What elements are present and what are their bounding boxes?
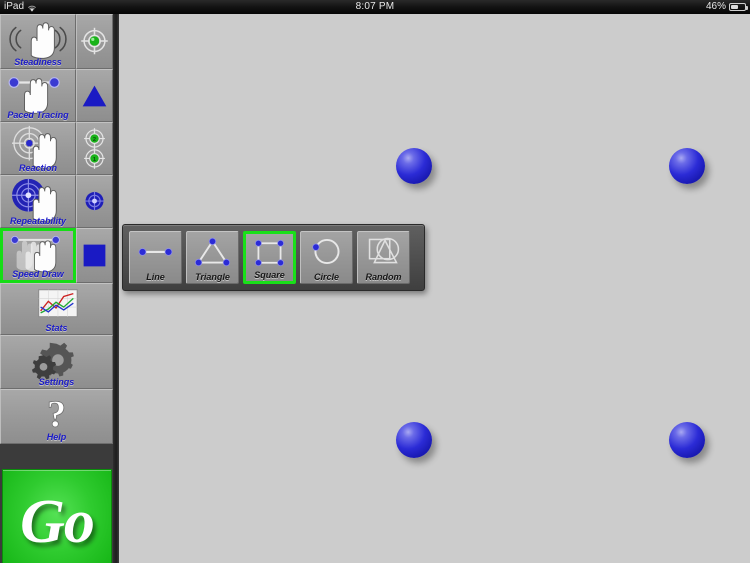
sidebar-item-steadiness[interactable]: Steadiness (0, 14, 76, 69)
sidebar-row-reaction: Reaction 2 1 (0, 122, 113, 175)
shape-button-circle[interactable]: Circle (300, 231, 353, 284)
sidebar: Steadiness Paced Tracing Reaction 2 1 Re… (0, 14, 119, 563)
sidebar-item-repeatability[interactable]: Repeatability (0, 175, 76, 228)
shape-button-random[interactable]: Random (357, 231, 410, 284)
triangle-shape-icon (187, 233, 238, 269)
sidebar-item-stats[interactable]: Stats (0, 283, 113, 335)
sidebar-label-stats: Stats (45, 323, 68, 333)
go-button[interactable]: Go (2, 469, 112, 563)
square-shape-icon (246, 235, 293, 271)
sidebar-badge-repeatability[interactable] (76, 175, 113, 228)
dual-target-icon: 2 1 (77, 123, 112, 174)
shape-button-square[interactable]: Square (243, 231, 296, 284)
status-bar-right: 46% (705, 0, 748, 14)
sidebar-divider (113, 14, 119, 563)
sidebar-label-steadiness: Steadiness (14, 57, 62, 67)
sidebar-row-stats: Stats (0, 283, 113, 335)
sidebar-item-paced-tracing[interactable]: Paced Tracing (0, 69, 76, 122)
battery-icon (729, 3, 748, 11)
app-root: iPad 8:07 PM 46% Line Triangle Square Ci… (0, 0, 750, 563)
bottom-right-target[interactable] (669, 422, 705, 458)
sidebar-label-speed-draw: Speed Draw (12, 269, 64, 279)
svg-text:1: 1 (93, 157, 96, 163)
status-bar-time: 8:07 PM (355, 1, 395, 12)
shape-label-random: Random (365, 272, 402, 282)
sidebar-badge-steadiness[interactable] (76, 14, 113, 69)
sidebar-badge-speed-draw[interactable] (76, 228, 113, 283)
sidebar-badge-reaction[interactable]: 2 1 (76, 122, 113, 175)
shape-label-triangle: Triangle (195, 272, 230, 282)
shape-label-line: Line (146, 272, 165, 282)
sidebar-row-help: ? Help (0, 389, 113, 444)
circle-shape-icon (301, 233, 352, 269)
sidebar-item-settings[interactable]: Settings (0, 335, 113, 389)
sidebar-row-steadiness: Steadiness (0, 14, 113, 69)
sidebar-item-help[interactable]: ? Help (0, 389, 113, 444)
sidebar-label-help: Help (46, 432, 67, 442)
sidebar-badge-paced-tracing[interactable] (76, 69, 113, 122)
sidebar-label-paced-tracing: Paced Tracing (7, 110, 69, 120)
sidebar-item-reaction[interactable]: Reaction (0, 122, 76, 175)
top-right-target[interactable] (669, 148, 705, 184)
random-shape-icon (358, 233, 409, 269)
line-shape-icon (130, 233, 181, 269)
sidebar-label-settings: Settings (38, 377, 75, 387)
blue-target-icon (77, 176, 112, 227)
bottom-left-target[interactable] (396, 422, 432, 458)
sidebar-label-repeatability: Repeatability (9, 216, 67, 226)
sidebar-row-repeatability: Repeatability (0, 175, 113, 228)
target-green-icon (77, 15, 112, 68)
sidebar-label-reaction: Reaction (18, 163, 57, 173)
shape-label-square: Square (254, 270, 285, 280)
shape-button-triangle[interactable]: Triangle (186, 231, 239, 284)
sidebar-row-settings: Settings (0, 335, 113, 389)
battery-percent-label: 46% (705, 1, 726, 12)
shape-label-circle: Circle (313, 272, 339, 282)
go-button-label: Go (20, 488, 95, 556)
svg-text:?: ? (47, 394, 66, 436)
sidebar-row-paced-tracing: Paced Tracing (0, 69, 113, 122)
sidebar-item-speed-draw[interactable]: Speed Draw (0, 228, 76, 283)
top-left-target[interactable] (396, 148, 432, 184)
blue-square-icon (77, 229, 112, 282)
shape-button-line[interactable]: Line (129, 231, 182, 284)
svg-text:2: 2 (93, 137, 96, 143)
shape-toolbar: Line Triangle Square Circle Random (122, 224, 425, 291)
blue-triangle-icon (77, 70, 112, 121)
ios-status-bar: iPad 8:07 PM 46% (0, 0, 750, 14)
sidebar-row-speed-draw: Speed Draw (0, 228, 113, 283)
